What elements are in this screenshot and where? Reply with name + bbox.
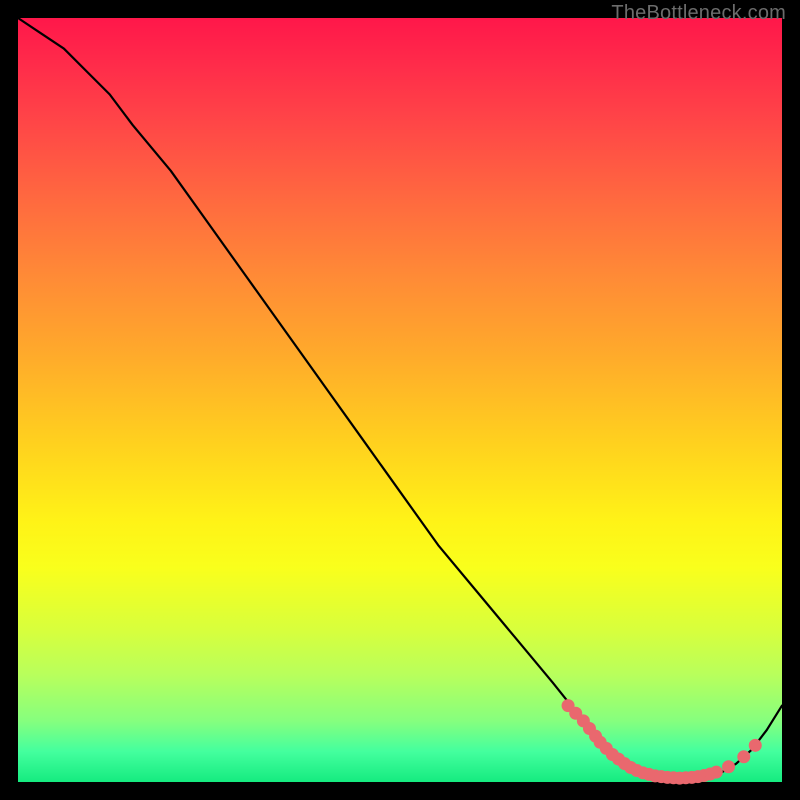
watermark-text: TheBottleneck.com: [611, 2, 786, 25]
chart-overlay: [18, 18, 782, 782]
chart-frame: TheBottleneck.com: [0, 0, 800, 800]
bottleneck-curve: [18, 18, 782, 778]
curve-point: [738, 751, 750, 763]
curve-points-group: [562, 700, 761, 785]
curve-point: [723, 761, 735, 773]
curve-point: [710, 766, 722, 778]
curve-point: [749, 739, 761, 751]
